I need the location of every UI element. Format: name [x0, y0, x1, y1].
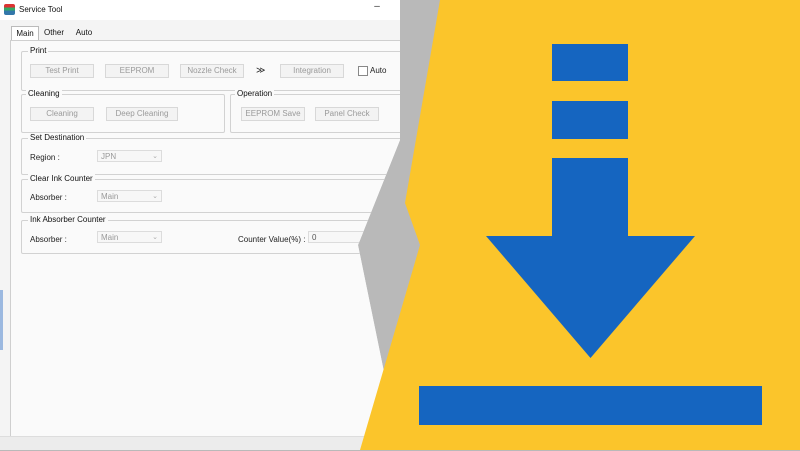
region-select-value: JPN — [101, 152, 117, 161]
chevron-down-icon: ⌄ — [152, 234, 158, 241]
print-group: Print Test Print EEPROM Nozzle Check ≫ I… — [21, 46, 400, 91]
main-tab-panel: Print Test Print EEPROM Nozzle Check ≫ I… — [10, 40, 400, 442]
cleaning-group: Cleaning Cleaning Deep Cleaning — [21, 89, 225, 133]
auto-checkbox-label: Auto — [370, 66, 387, 75]
app-icon — [4, 4, 15, 15]
clear-ink-counter-group: Clear Ink Counter Absorber : Main ⌄ — [21, 174, 400, 213]
tab-other[interactable]: Other — [41, 26, 67, 40]
cleaning-group-title: Cleaning — [26, 89, 62, 98]
integration-button[interactable]: Integration — [280, 64, 344, 78]
absorber-counter-select[interactable]: Main ⌄ — [97, 231, 162, 243]
arrow-icon: ≫ — [256, 65, 266, 75]
counter-value: 0 — [312, 233, 317, 242]
cleaning-button[interactable]: Cleaning — [30, 107, 94, 121]
clear-ink-counter-title: Clear Ink Counter — [28, 174, 95, 183]
absorber-counter-label: Absorber : — [30, 235, 67, 244]
operation-group: Operation EEPROM Save Panel Check — [230, 89, 400, 133]
set-destination-group: Set Destination Region : JPN ⌄ — [21, 133, 400, 175]
absorber-counter-select-value: Main — [101, 233, 119, 242]
region-label: Region : — [30, 153, 60, 162]
absorber-label: Absorber : — [30, 193, 67, 202]
panel-check-button[interactable]: Panel Check — [315, 107, 379, 121]
download-dash-middle — [552, 101, 628, 139]
region-select[interactable]: JPN ⌄ — [97, 150, 162, 162]
tab-main[interactable]: Main — [11, 26, 39, 41]
ink-absorber-counter-title: Ink Absorber Counter — [28, 215, 108, 224]
download-base-bar — [419, 386, 762, 425]
deep-cleaning-button[interactable]: Deep Cleaning — [106, 107, 178, 121]
print-group-title: Print — [28, 46, 49, 55]
absorber-select-value: Main — [101, 192, 119, 201]
eeprom-button[interactable]: EEPROM — [105, 64, 169, 78]
desktop-edge — [0, 290, 3, 350]
chevron-down-icon: ⌄ — [152, 153, 158, 160]
tab-auto[interactable]: Auto — [71, 26, 97, 40]
title-bar: Service Tool – — [0, 0, 400, 20]
absorber-select[interactable]: Main ⌄ — [97, 190, 162, 202]
window-title: Service Tool — [19, 5, 63, 14]
eeprom-save-button[interactable]: EEPROM Save — [241, 107, 305, 121]
service-tool-window: Service Tool – Main Other Auto Print Tes… — [0, 0, 400, 450]
minimize-button[interactable]: – — [370, 1, 384, 17]
download-arrow-head — [486, 236, 695, 358]
download-dash-top — [552, 44, 628, 81]
set-destination-title: Set Destination — [28, 133, 87, 142]
chevron-down-icon: ⌄ — [152, 193, 158, 200]
operation-group-title: Operation — [235, 89, 275, 98]
auto-checkbox[interactable] — [358, 66, 368, 76]
status-bar — [0, 436, 400, 450]
nozzle-check-button[interactable]: Nozzle Check — [180, 64, 244, 78]
counter-value-label: Counter Value(%) : — [238, 235, 306, 244]
test-print-button[interactable]: Test Print — [30, 64, 94, 78]
counter-value-field[interactable]: 0 — [308, 231, 368, 243]
ink-absorber-counter-group: Ink Absorber Counter Absorber : Main ⌄ C… — [21, 215, 400, 254]
download-arrow-shaft — [552, 158, 628, 238]
